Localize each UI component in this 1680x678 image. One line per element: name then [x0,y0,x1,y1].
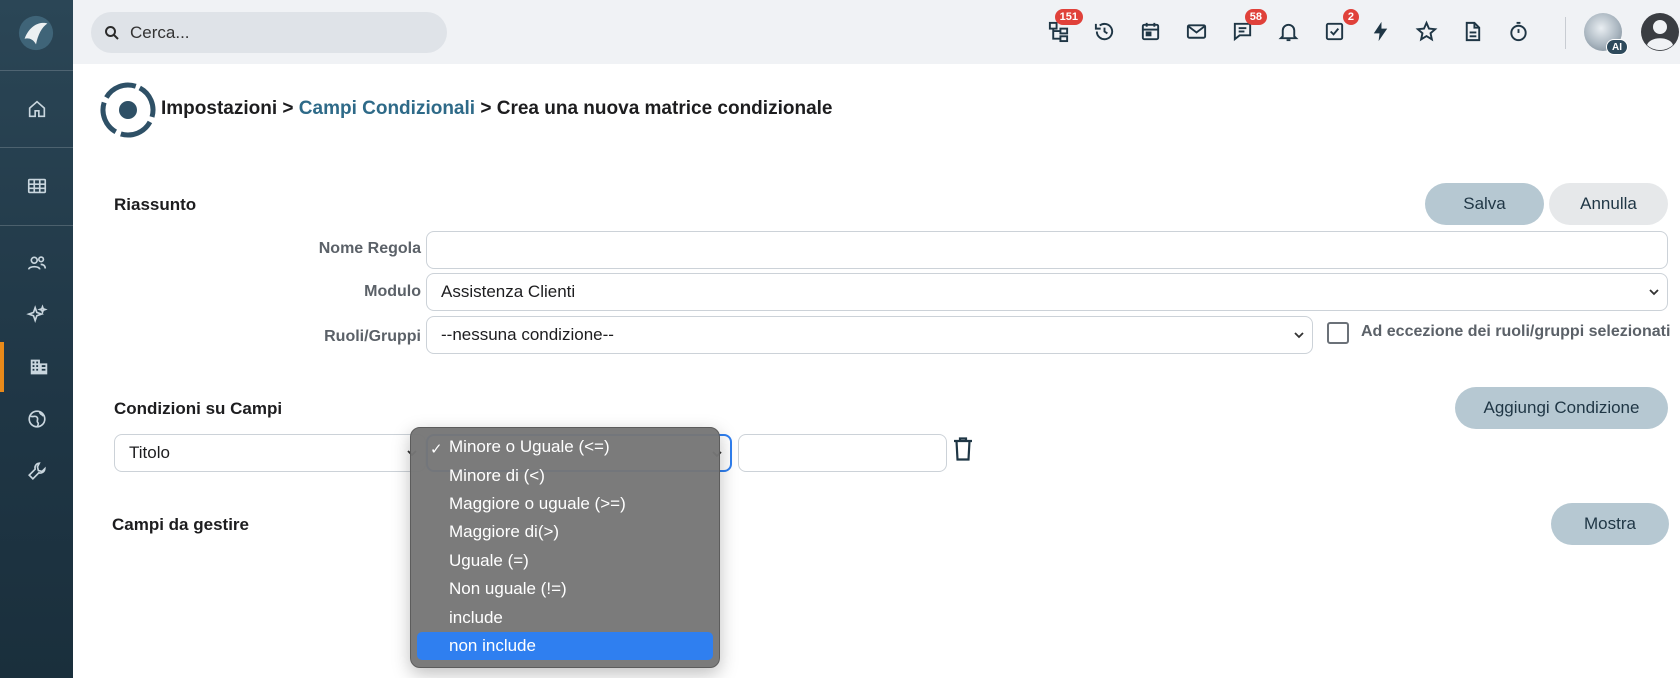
sidebar-item-ai[interactable] [0,290,73,340]
sidebar-item-tools[interactable] [0,446,73,496]
search-input[interactable] [130,22,430,43]
documents-button[interactable] [1459,18,1485,44]
task-check-icon [1325,22,1343,40]
sidebar-divider [0,225,73,226]
mail-button[interactable] [1183,18,1209,44]
sparkles-icon [25,304,48,324]
rule-name-input[interactable] [426,231,1668,269]
chat-badge: 58 [1244,9,1267,25]
ai-assistant-avatar[interactable]: AI [1584,13,1628,55]
sidebar-divider [0,147,73,148]
breadcrumb-separator: > [277,98,299,119]
star-icon [1415,19,1437,41]
notifications-button[interactable] [1275,18,1301,44]
ai-badge: AI [1606,39,1628,55]
operator-option-label: Uguale (=) [449,550,529,570]
settings-target-icon [100,82,156,138]
field-conditions-title: Condizioni su Campi [114,399,283,418]
operator-dropdown-menu: ✓ Minore o Uguale (<=) Minore di (<) Magg… [410,427,720,668]
operator-option[interactable]: Maggiore o uguale (>=) [417,490,713,518]
operator-option-label: Maggiore di(>) [449,522,560,542]
users-icon [27,256,46,270]
calendar-button[interactable] [1137,18,1163,44]
condition-field-select[interactable]: Titolo [114,434,426,472]
except-roles-checkbox[interactable] [1327,322,1349,344]
search-box[interactable] [91,12,447,53]
history-button[interactable] [1091,18,1117,44]
chat-button[interactable]: 58 [1229,9,1267,44]
breadcrumb-current: Crea una nuova matrice condizionale [496,98,833,119]
checkmark-icon: ✓ [430,441,443,458]
hierarchy-button[interactable]: 151 [1045,9,1083,44]
show-button[interactable]: Mostra [1551,503,1669,545]
module-select-value: Assistenza Clienti [441,282,576,301]
breadcrumb: Impostazioni > Campi Condizionali > Crea… [161,98,832,120]
operator-option[interactable]: Uguale (=) [417,547,713,575]
app-logo-icon[interactable] [17,14,55,52]
add-condition-button[interactable]: Aggiungi Condizione [1455,387,1668,429]
operator-option[interactable]: Maggiore di(>) [417,518,713,546]
stopwatch-icon [1509,21,1527,41]
sidebar-item-web[interactable] [0,394,73,444]
globe-icon [27,410,46,428]
sidebar [0,0,73,678]
operator-option-label: Minore o Uguale (<=) [449,437,610,457]
operator-option[interactable]: include [417,603,713,631]
module-label: Modulo [364,283,421,300]
grid-icon [27,178,46,194]
timer-button[interactable] [1505,18,1531,44]
chevron-down-icon [1294,332,1304,339]
sidebar-item-contacts[interactable] [0,238,73,288]
search-icon [105,25,119,40]
module-select[interactable]: Assistenza Clienti [426,273,1668,311]
trash-icon[interactable] [951,436,975,462]
operator-option-label: Non uguale (!=) [449,579,567,599]
quick-actions-button[interactable] [1367,18,1393,44]
sidebar-item-home[interactable] [0,84,73,134]
operator-option-label: include [449,607,503,627]
breadcrumb-root[interactable]: Impostazioni [161,98,277,119]
operator-option-label: Maggiore o uguale (>=) [449,493,626,513]
roles-groups-select-value: --nessuna condizione-- [441,325,614,344]
operator-option[interactable]: Non uguale (!=) [417,575,713,603]
topbar-separator [1565,17,1566,49]
tasks-button[interactable]: 2 [1321,9,1359,44]
operator-option-highlighted[interactable]: non include [417,631,713,661]
wrench-icon [27,462,46,480]
breadcrumb-separator: > [475,98,497,119]
breadcrumb-link-campi-condizionali[interactable]: Campi Condizionali [299,98,475,119]
roles-groups-select[interactable]: --nessuna condizione-- [426,316,1313,354]
mail-icon [1186,23,1206,39]
tasks-badge: 2 [1342,9,1359,25]
document-icon [1465,21,1480,41]
except-roles-label: Ad eccezione dei ruoli/gruppi selezionat… [1361,323,1671,340]
history-icon [1094,22,1113,40]
summary-title: Riassunto [114,195,197,214]
favorites-button[interactable] [1413,18,1439,44]
building-icon [30,359,47,375]
rule-name-label: Nome Regola [318,240,421,257]
operator-option[interactable]: ✓ Minore o Uguale (<=) [417,433,713,461]
sidebar-item-company[interactable] [0,342,73,392]
fields-to-manage-title: Campi da gestire [112,515,249,534]
save-button[interactable]: Salva [1425,183,1544,225]
operator-option-label: Minore di (<) [449,465,545,485]
hierarchy-badge: 151 [1054,9,1083,25]
condition-value-input[interactable] [738,434,947,472]
sidebar-divider [0,70,73,71]
home-icon [28,100,45,118]
user-account-icon[interactable] [1640,12,1680,52]
operator-option[interactable]: Minore di (<) [417,461,713,489]
lightning-icon [1373,21,1387,41]
sidebar-item-apps[interactable] [0,161,73,211]
cancel-button[interactable]: Annulla [1549,183,1668,225]
chevron-down-icon [1649,289,1659,296]
bell-icon [1278,23,1298,41]
roles-groups-label: Ruoli/Gruppi [324,328,421,345]
topbar: 151 58 2 [73,0,1680,64]
calendar-icon [1141,22,1159,40]
operator-option-label: non include [449,635,536,655]
condition-field-value: Titolo [129,443,170,462]
